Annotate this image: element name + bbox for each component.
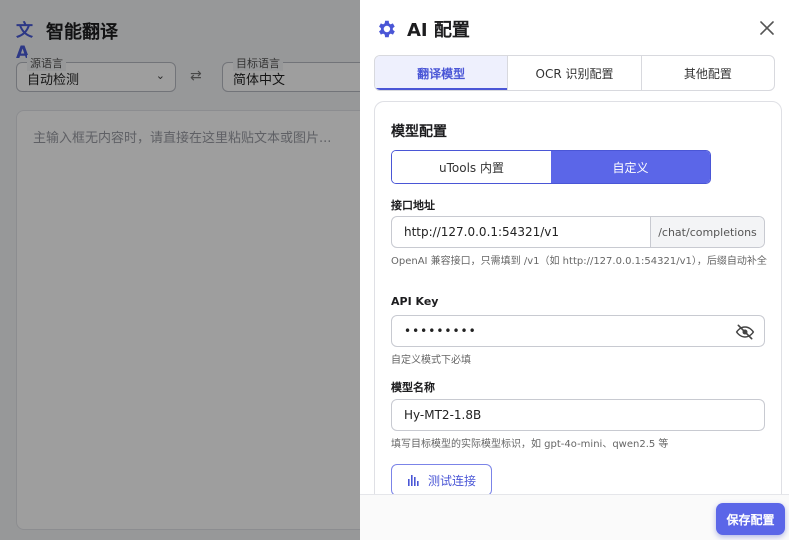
endpoint-help: OpenAI 兼容接口，只需填到 /v1（如 http://127.0.0.1:… <box>391 256 767 267</box>
mode-segmented-control: uTools 内置 自定义 <box>391 150 711 184</box>
api-key-help: 自定义模式下必填 <box>391 355 471 366</box>
section-title: 模型配置 <box>391 124 447 140</box>
test-connection-button[interactable]: 测试连接 <box>391 464 492 496</box>
model-config-card: 模型配置 uTools 内置 自定义 接口地址 http://127.0.0.1… <box>374 101 782 521</box>
tab-translation-model[interactable]: 翻译模型 <box>375 56 509 90</box>
gear-icon <box>379 20 395 38</box>
api-key-label: API Key <box>391 295 439 308</box>
bar-chart-icon <box>407 475 419 486</box>
endpoint-label: 接口地址 <box>391 199 435 212</box>
mode-utools-builtin-button[interactable]: uTools 内置 <box>392 151 551 183</box>
tab-other-config[interactable]: 其他配置 <box>642 56 774 90</box>
test-connection-label: 测试连接 <box>427 473 476 488</box>
endpoint-suffix: /chat/completions <box>650 217 764 247</box>
config-tabs: 翻译模型 OCR 识别配置 其他配置 <box>374 55 775 91</box>
model-name-value: Hy-MT2-1.8B <box>404 408 482 422</box>
endpoint-input[interactable]: http://127.0.0.1:54321/v1 /chat/completi… <box>391 216 765 248</box>
model-name-label: 模型名称 <box>391 381 435 394</box>
tab-ocr-config[interactable]: OCR 识别配置 <box>508 56 642 90</box>
model-name-help: 填写目标模型的实际模型标识，如 gpt-4o-mini、qwen2.5 等 <box>391 439 669 450</box>
close-icon[interactable] <box>757 18 777 38</box>
api-key-input[interactable]: ••••••••• <box>391 315 765 347</box>
save-config-button[interactable]: 保存配置 <box>716 503 785 535</box>
endpoint-value: http://127.0.0.1:54321/v1 <box>404 225 560 239</box>
eye-off-icon[interactable] <box>735 322 755 342</box>
drawer-header: AI 配置 <box>375 16 470 42</box>
mode-custom-button[interactable]: 自定义 <box>551 151 710 183</box>
drawer-title: AI 配置 <box>407 20 470 41</box>
ai-config-drawer: AI 配置 翻译模型 OCR 识别配置 其他配置 模型配置 uTools 内置 … <box>360 0 789 540</box>
drawer-footer: 保存配置 <box>360 494 789 540</box>
api-key-value: ••••••••• <box>404 324 477 338</box>
model-name-input[interactable]: Hy-MT2-1.8B <box>391 399 765 431</box>
